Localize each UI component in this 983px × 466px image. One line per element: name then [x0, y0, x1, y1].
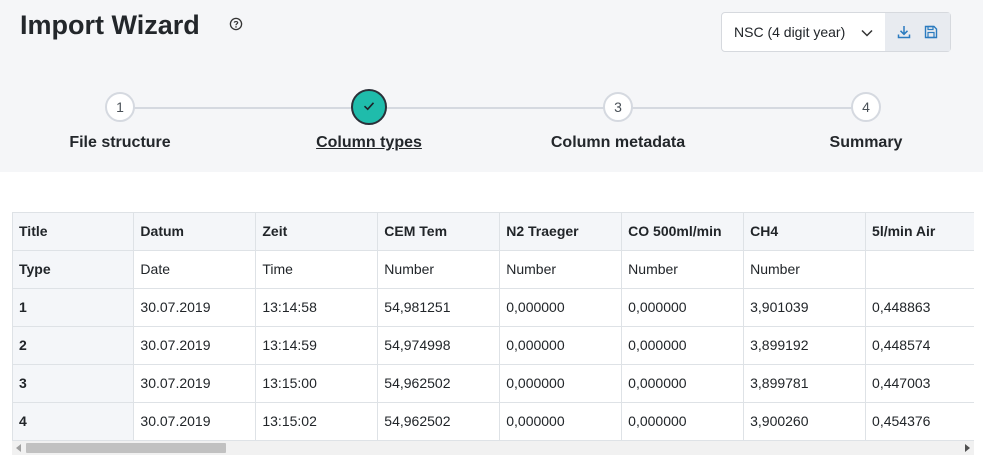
date-format-select[interactable]: NSC (4 digit year) [722, 13, 885, 51]
column-type[interactable]: Number [743, 250, 867, 289]
table-row: 3 30.07.2019 13:15:00 54,962502 0,000000… [13, 364, 974, 403]
table-cell: 54,981251 [377, 288, 501, 327]
wizard-header: Import Wizard NSC (4 digit year) 1 File … [0, 0, 983, 172]
column-title[interactable]: Datum [133, 213, 257, 251]
save-icon[interactable] [921, 22, 941, 42]
table-cell: 0,000000 [621, 364, 745, 403]
data-preview-table: Title Datum Zeit CEM Tem N2 Traeger CO 5… [12, 212, 974, 441]
column-title[interactable]: N2 Traeger [499, 213, 623, 251]
step-column-metadata[interactable]: 3 Column metadata [518, 92, 718, 152]
step-file-structure[interactable]: 1 File structure [20, 92, 220, 152]
table-cell: 0,000000 [499, 364, 623, 403]
table-cell: 30.07.2019 [133, 326, 257, 365]
column-type[interactable]: Number [377, 250, 501, 289]
table-cell: 54,962502 [377, 402, 501, 441]
scrollbar-thumb[interactable] [26, 443, 226, 453]
column-type-row: Type Date Time Number Number Number Numb… [13, 250, 974, 289]
table-row: 4 30.07.2019 13:15:02 54,962502 0,000000… [13, 402, 974, 441]
table-cell: 3,899192 [743, 326, 867, 365]
import-toolbar: NSC (4 digit year) [721, 12, 951, 52]
table-cell: 0,000000 [499, 326, 623, 365]
date-format-value: NSC (4 digit year) [734, 24, 846, 40]
step-label: Summary [829, 134, 903, 151]
step-number: 1 [105, 92, 135, 122]
download-icon[interactable] [894, 22, 914, 42]
table-cell: 13:15:00 [255, 364, 379, 403]
table-cell: 13:14:59 [255, 326, 379, 365]
column-title[interactable]: CEM Tem [377, 213, 501, 251]
row-index: 3 [13, 364, 135, 403]
step-column-types[interactable]: Column types [269, 89, 469, 152]
step-complete [351, 89, 387, 125]
table-cell: 3,899781 [743, 364, 867, 403]
column-title[interactable]: 5l/min Air [865, 213, 974, 251]
table-cell: 30.07.2019 [133, 288, 257, 327]
step-summary[interactable]: 4 Summary [766, 92, 966, 152]
row-index: 1 [13, 288, 135, 327]
column-type[interactable]: Time [255, 250, 379, 289]
table-cell: 0,000000 [621, 402, 745, 441]
chevron-down-icon [860, 26, 874, 40]
scroll-left-icon[interactable] [16, 444, 21, 452]
row-header: Type [13, 250, 135, 289]
column-type[interactable]: Number [621, 250, 745, 289]
table-cell: 3,901039 [743, 288, 867, 327]
table-cell: 0,447003 [865, 364, 974, 403]
table-cell: 54,962502 [377, 364, 501, 403]
table-cell: 54,974998 [377, 326, 501, 365]
page-title: Import Wizard [20, 10, 200, 40]
table-cell: 13:14:58 [255, 288, 379, 327]
table-cell: 0,000000 [499, 402, 623, 441]
table-cell: 3,900260 [743, 402, 867, 441]
table-row: 1 30.07.2019 13:14:58 54,981251 0,000000… [13, 288, 974, 327]
checkmark-icon [362, 99, 376, 116]
table-cell: 0,000000 [499, 288, 623, 327]
column-type[interactable]: Date [133, 250, 257, 289]
table-cell: 0,448574 [865, 326, 974, 365]
horizontal-scrollbar[interactable] [12, 441, 974, 455]
step-number: 3 [603, 92, 633, 122]
step-label: File structure [69, 134, 171, 151]
table-cell: 30.07.2019 [133, 402, 257, 441]
column-title[interactable]: CO 500ml/min [621, 213, 745, 251]
row-header: Title [13, 213, 135, 251]
table-cell: 13:15:02 [255, 402, 379, 441]
step-label: Column metadata [550, 134, 686, 151]
column-title-row: Title Datum Zeit CEM Tem N2 Traeger CO 5… [13, 213, 974, 251]
step-label: Column types [316, 134, 422, 151]
step-number: 4 [851, 92, 881, 122]
column-type[interactable]: Number [499, 250, 623, 289]
scroll-right-icon[interactable] [965, 444, 970, 452]
table-cell: 0,000000 [621, 288, 745, 327]
table-cell: 30.07.2019 [133, 364, 257, 403]
table-cell: 0,454376 [865, 402, 974, 441]
toolbar-icon-group [885, 13, 950, 51]
table-row: 2 30.07.2019 13:14:59 54,974998 0,000000… [13, 326, 974, 365]
column-title[interactable]: Zeit [255, 213, 379, 251]
table-cell: 0,000000 [621, 326, 745, 365]
column-title[interactable]: CH4 [743, 213, 867, 251]
column-type[interactable] [865, 250, 974, 289]
table-cell: 0,448863 [865, 288, 974, 327]
row-index: 2 [13, 326, 135, 365]
row-index: 4 [13, 402, 135, 441]
help-icon[interactable] [229, 17, 243, 31]
